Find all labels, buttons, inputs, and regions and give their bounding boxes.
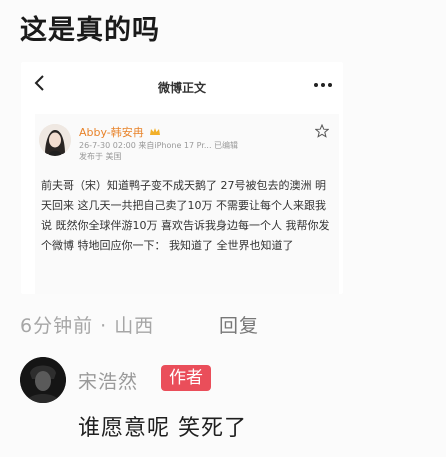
comment-question-text: 这是真的吗: [20, 15, 160, 46]
embedded-weibo-screenshot: 微博正文 Abby-韩安冉 26-7-30 02:00 来自iPhone 17 …: [21, 62, 343, 294]
comment-time-location: 6分钟前 · 山西: [20, 315, 155, 337]
post-meta: 26-7-30 02:00 来自iPhone 17 Pr... 已编辑: [79, 141, 239, 150]
nav-title: 微博正文: [157, 81, 206, 95]
author-badge: 作者: [161, 365, 211, 391]
reply-button[interactable]: 回复: [219, 311, 259, 338]
weibo-post: Abby-韩安冉 26-7-30 02:00 来自iPhone 17 Pr...…: [35, 114, 339, 294]
reply-username[interactable]: 宋浩然: [78, 367, 138, 394]
vip-crown-icon: [150, 128, 161, 135]
post-author-avatar: [39, 124, 71, 156]
post-author-name-text: Abby-韩安冉: [79, 126, 144, 139]
star-icon: [315, 124, 329, 138]
post-author-name: Abby-韩安冉: [79, 124, 161, 140]
more-dots-icon: [314, 83, 332, 87]
post-location: 发布于 美国: [79, 152, 122, 161]
reply-text: 谁愿意呢 笑死了: [78, 416, 247, 441]
reply-user-avatar[interactable]: [20, 357, 66, 403]
post-body-text: 前夫哥（宋）知道鸭子变不成天鹅了 27号被包去的澳洲 明天回来 这几天一共把自己…: [41, 179, 330, 252]
weibo-nav-bar: 微博正文: [21, 62, 343, 106]
